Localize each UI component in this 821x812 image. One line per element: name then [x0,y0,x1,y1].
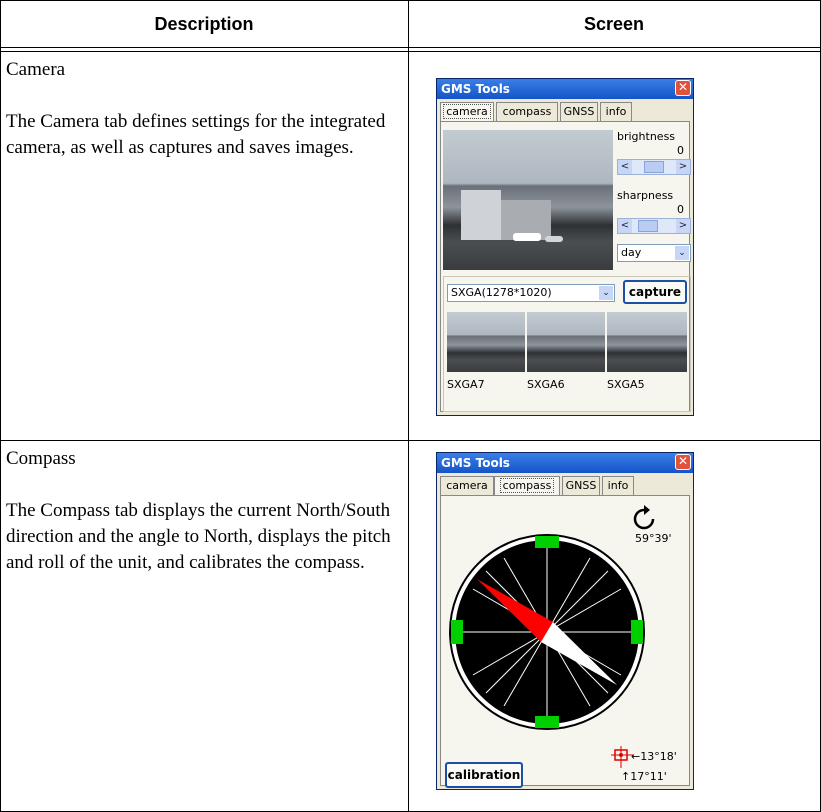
thumbnail-image[interactable] [607,312,687,372]
mode-select[interactable]: day ⌄ [617,244,691,262]
camera-window-title: GMS Tools [437,79,693,99]
resolution-select[interactable]: SXGA(1278*1020) ⌄ [447,284,615,302]
close-icon[interactable]: ✕ [675,80,691,96]
sharpness-thumb[interactable] [638,220,658,232]
sharpness-slider[interactable]: < > [617,218,691,234]
tab-info[interactable]: info [600,102,632,121]
camera-window: GMS Tools ✕ camera compass GNSS info bri… [436,78,694,416]
pitch-roll-icon [611,746,633,768]
thumbnail-label: SXGA6 [527,378,565,391]
thumbnail-label: SXGA7 [447,378,485,391]
compass-window: GMS Tools ✕ camera compass GNSS info 59°… [436,452,694,790]
document-table: Description Screen Camera The Camera tab… [0,0,821,812]
compass-dial [449,534,645,730]
compass-panel: 59°39' ←13°18' ↑17°11' calibration [440,495,690,788]
thumbnail-image[interactable] [527,312,605,372]
camera-panel: brightness 0 < > sharpness 0 < > day ⌄ S… [440,121,691,412]
east-marker [631,620,643,644]
tab-gnss[interactable]: GNSS [562,476,600,495]
brightness-label: brightness [617,130,676,143]
brightness-slider[interactable]: < > [617,159,691,175]
tab-compass[interactable]: compass [496,102,558,121]
chevron-down-icon[interactable]: ⌄ [675,246,689,260]
row-camera-body: The Camera tab defines settings for the … [6,111,386,158]
calibration-button[interactable]: calibration [445,762,523,788]
roll-angle: ↑17°11' [621,770,667,783]
brightness-left-arrow-icon[interactable]: < [618,160,632,174]
roll-arrow-icon: ↑ [621,770,631,783]
sharpness-left-arrow-icon[interactable]: < [618,219,632,233]
row-camera-description: Camera The Camera tab defines settings f… [6,57,396,161]
resolution-select-value: SXGA(1278*1020) [451,286,552,299]
header-description: Description [154,14,254,34]
row-camera-title: Camera [6,59,66,80]
sharpness-value: 0 [677,203,684,216]
chevron-down-icon[interactable]: ⌄ [599,286,613,300]
west-marker [451,620,463,644]
header-screen: Screen [583,14,645,34]
tab-camera[interactable]: camera [440,102,494,122]
capture-button[interactable]: capture [623,280,687,304]
brightness-thumb[interactable] [644,161,664,173]
brightness-value: 0 [677,144,684,157]
north-marker [535,536,559,548]
sharpness-right-arrow-icon[interactable]: > [676,219,690,233]
pitch-arrow-icon: ← [631,750,641,763]
camera-preview-image [443,130,613,270]
mode-select-value: day [621,246,642,259]
sharpness-label: sharpness [617,189,674,202]
thumbnail-image[interactable] [447,312,525,372]
row-compass-body: The Compass tab displays the current Nor… [6,500,391,573]
south-marker [535,716,559,728]
brightness-right-arrow-icon[interactable]: > [676,160,690,174]
close-icon[interactable]: ✕ [675,454,691,470]
pitch-angle: ←13°18' [631,750,677,763]
tab-gnss[interactable]: GNSS [560,102,598,121]
thumbnail-label: SXGA5 [607,378,645,391]
tab-camera[interactable]: camera [440,476,494,495]
tab-compass[interactable]: compass [494,476,560,496]
compass-window-title: GMS Tools [437,453,693,473]
tab-info[interactable]: info [602,476,634,495]
row-compass-description: Compass The Compass tab displays the cur… [6,446,396,576]
rotate-icon [633,505,655,530]
row-compass-title: Compass [6,448,76,469]
